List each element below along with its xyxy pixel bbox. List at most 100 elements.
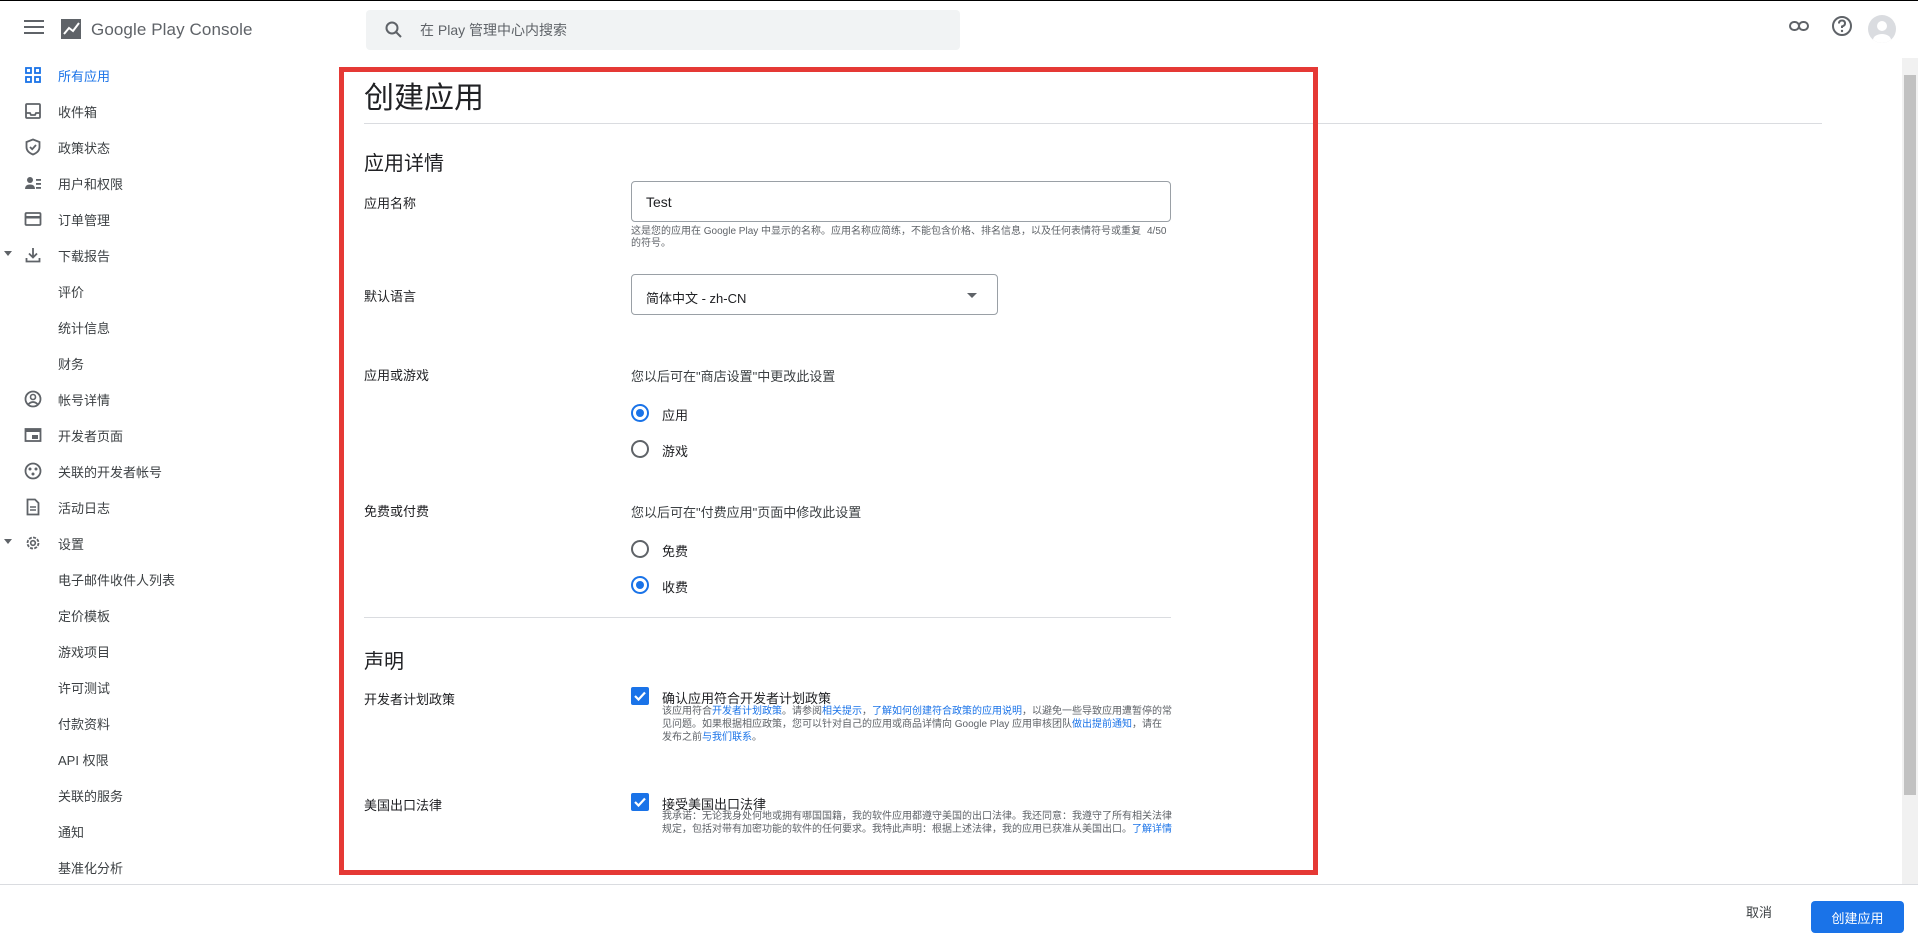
sidebar-item-activity-log[interactable]: 活动日志	[0, 489, 300, 525]
contact-us-link[interactable]: 与我们联系	[702, 732, 752, 743]
developer-policy-description: 该应用符合开发者计划政策。请参阅相关提示，了解如何创建符合政策的应用说明，以避免…	[662, 705, 1172, 744]
sidebar-item-linked-services[interactable]: 关联的服务	[0, 777, 300, 813]
policy-text: 。请参阅	[782, 706, 822, 717]
help-icon[interactable]	[1831, 15, 1853, 37]
app-or-game-hint: 您以后可在"商店设置"中更改此设置	[631, 369, 836, 384]
menu-icon[interactable]	[24, 20, 44, 36]
advance-notice-link[interactable]: 做出提前通知	[1072, 719, 1132, 730]
export-text: 我承诺：无论我身处何地或拥有哪国国籍，我的软件应用都遵守美国的出口法律。我还同意…	[662, 811, 1172, 835]
developer-policy-link[interactable]: 开发者计划政策	[712, 706, 782, 717]
sidebar-item-label: 帐号详情	[58, 392, 111, 408]
sidebar-item-users-permissions[interactable]: 用户和权限	[0, 165, 300, 201]
sidebar-item-label: 电子邮件收件人列表	[58, 572, 176, 588]
us-export-label: 美国出口法律	[364, 798, 443, 813]
create-app-button[interactable]: 创建应用	[1811, 901, 1904, 933]
section-divider	[364, 617, 1171, 618]
policy-text: 该应用符合	[662, 706, 712, 717]
title-divider	[364, 123, 1822, 124]
radio-paid[interactable]	[631, 576, 649, 594]
sidebar-item-label: 许可测试	[58, 680, 111, 696]
sidebar-item-pricing-templates[interactable]: 定价模板	[0, 597, 300, 633]
sidebar-item-label: 所有应用	[58, 68, 111, 84]
download-icon	[25, 248, 41, 263]
sidebar-item-policy-status[interactable]: 政策状态	[0, 129, 300, 165]
default-language-label: 默认语言	[364, 289, 417, 304]
sidebar-item-financial[interactable]: 财务	[0, 345, 300, 381]
app-name-label: 应用名称	[364, 196, 417, 211]
sidebar-item-download-reports[interactable]: 下载报告	[0, 237, 300, 273]
account-circle-icon	[24, 390, 42, 408]
link-icon[interactable]	[1788, 15, 1810, 37]
free-or-paid-hint: 您以后可在"付费应用"页面中修改此设置	[631, 505, 862, 520]
default-language-value: 简体中文 - zh-CN	[646, 291, 747, 306]
us-export-checkbox[interactable]	[631, 793, 649, 811]
sidebar-item-label: 基准化分析	[58, 860, 124, 876]
developer-policy-checkbox[interactable]	[631, 687, 649, 705]
sidebar-item-label: API 权限	[58, 752, 109, 768]
sidebar-item-label: 用户和权限	[58, 176, 124, 192]
sidebar-item-label: 定价模板	[58, 608, 111, 624]
sidebar-item-order-management[interactable]: 订单管理	[0, 201, 300, 237]
app-or-game-label: 应用或游戏	[364, 368, 430, 383]
scrollbar-thumb[interactable]	[1904, 75, 1916, 795]
section-heading-app-details: 应用详情	[364, 153, 444, 175]
checkmark-icon	[634, 797, 646, 808]
sidebar-item-api-access[interactable]: API 权限	[0, 741, 300, 777]
learn-more-link[interactable]: 了解详情	[1132, 824, 1172, 835]
search-input[interactable]	[420, 10, 940, 50]
radio-app-label[interactable]: 应用	[662, 405, 688, 424]
sidebar-item-notifications[interactable]: 通知	[0, 813, 300, 849]
checkmark-icon	[634, 691, 646, 702]
policy-text: 。	[752, 732, 762, 743]
sidebar-item-statistics[interactable]: 统计信息	[0, 309, 300, 345]
default-language-select[interactable]: 简体中文 - zh-CN	[631, 274, 998, 315]
sidebar-item-linked-developer-accounts[interactable]: 关联的开发者帐号	[0, 453, 300, 489]
app-name-counter: 4/50	[1147, 226, 1167, 237]
account-avatar[interactable]	[1868, 15, 1896, 43]
sidebar-item-label: 关联的服务	[58, 788, 124, 804]
radio-paid-label[interactable]: 收费	[662, 577, 688, 596]
sidebar-item-inbox[interactable]: 收件箱	[0, 93, 300, 129]
cancel-button[interactable]: 取消	[1746, 902, 1772, 921]
search-bar[interactable]	[366, 10, 960, 50]
radio-game[interactable]	[631, 440, 649, 458]
people-icon	[25, 177, 41, 189]
product-name[interactable]: Google Play Console	[91, 20, 253, 40]
sidebar-item-label: 财务	[58, 356, 85, 372]
page-title: 创建应用	[364, 82, 484, 115]
web-icon	[24, 428, 42, 442]
sidebar-item-label: 统计信息	[58, 320, 111, 336]
tips-link[interactable]: 相关提示	[822, 706, 862, 717]
free-or-paid-label: 免费或付费	[364, 504, 430, 519]
app-name-field[interactable]	[631, 181, 1171, 222]
sidebar-item-email-lists[interactable]: 电子邮件收件人列表	[0, 561, 300, 597]
radio-game-label[interactable]: 游戏	[662, 441, 688, 460]
radio-app[interactable]	[631, 404, 649, 422]
sidebar-item-license-testing[interactable]: 许可测试	[0, 669, 300, 705]
sidebar-item-settings[interactable]: 设置	[0, 525, 300, 561]
us-export-description: 我承诺：无论我身处何地或拥有哪国国籍，我的软件应用都遵守美国的出口法律。我还同意…	[662, 810, 1172, 836]
dropdown-arrow-icon	[967, 293, 977, 298]
sidebar-item-label: 收件箱	[58, 104, 98, 120]
expand-caret-icon[interactable]	[4, 539, 12, 544]
sidebar-item-developer-page[interactable]: 开发者页面	[0, 417, 300, 453]
sidebar-item-benchmarking[interactable]: 基准化分析	[0, 849, 300, 885]
radio-free-label[interactable]: 免费	[662, 541, 688, 560]
sidebar-item-account-details[interactable]: 帐号详情	[0, 381, 300, 417]
linked-accounts-icon	[24, 462, 42, 480]
sidebar-item-payments-profile[interactable]: 付款资料	[0, 705, 300, 741]
app-description-guide-link[interactable]: 了解如何创建符合政策的应用说明	[872, 706, 1022, 717]
app-name-input[interactable]	[632, 182, 1170, 221]
app-name-help: 这是您的应用在 Google Play 中显示的名称。应用名称应简练，不能包含价…	[631, 226, 1142, 249]
radio-free[interactable]	[631, 540, 649, 558]
document-icon	[26, 498, 40, 516]
sidebar-item-all-apps[interactable]: 所有应用	[0, 57, 300, 93]
sidebar-item-game-projects[interactable]: 游戏项目	[0, 633, 300, 669]
section-heading-declarations: 声明	[364, 651, 404, 673]
sidebar-item-reviews[interactable]: 评价	[0, 273, 300, 309]
sidebar-item-label: 活动日志	[58, 500, 111, 516]
expand-caret-icon[interactable]	[4, 251, 12, 256]
footer-bar	[0, 884, 1918, 944]
sidebar-item-label: 通知	[58, 824, 85, 840]
grid-icon	[25, 67, 41, 83]
